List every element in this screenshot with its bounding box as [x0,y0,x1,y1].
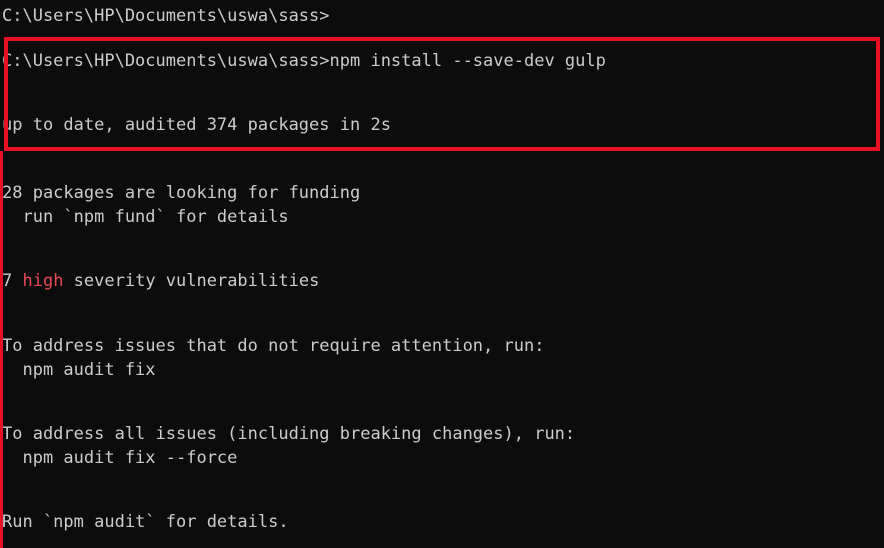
terminal-window[interactable]: C:\Users\HP\Documents\uswa\sass> C:\User… [0,0,884,548]
audit-details-line: Run `npm audit` for details. [2,512,289,532]
install-result-line: up to date, audited 374 packages in 2s [2,115,391,135]
audit-fix-command: npm audit fix [2,360,156,380]
address-issues-line: To address issues that do not require at… [2,336,545,356]
command-line: C:\Users\HP\Documents\uswa\sass>npm inst… [2,51,606,71]
audit-fix-force-command: npm audit fix --force [2,448,238,468]
severity-high-label: high [22,271,64,291]
prompt-line: C:\Users\HP\Documents\uswa\sass> [2,6,330,26]
funding-line: 28 packages are looking for funding [2,183,361,203]
highlight-left-edge [0,151,3,548]
vulnerability-line: 7 high severity vulnerabilities [2,269,319,293]
vulnerability-suffix: severity vulnerabilities [63,271,320,291]
funding-hint-line: run `npm fund` for details [2,207,289,227]
vulnerability-count: 7 [2,271,23,291]
address-all-issues-line: To address all issues (including breakin… [2,424,576,444]
